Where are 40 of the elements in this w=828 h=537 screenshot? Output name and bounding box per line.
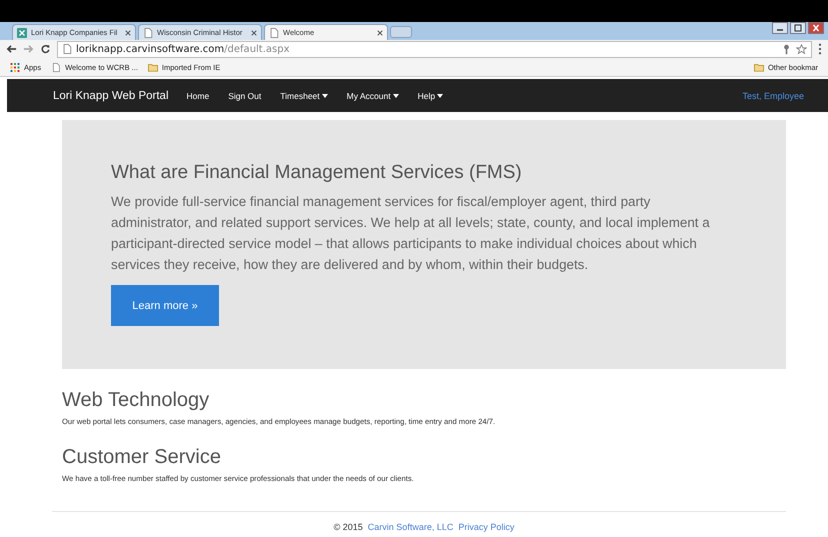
page-icon bbox=[269, 28, 279, 38]
page-icon bbox=[51, 62, 62, 72]
nav-link[interactable]: Help bbox=[418, 90, 444, 100]
close-icon[interactable] bbox=[251, 30, 257, 36]
menu-icon[interactable] bbox=[818, 43, 822, 55]
caret-icon bbox=[437, 94, 444, 98]
company-link[interactable]: Carvin Software, LLC bbox=[368, 522, 454, 532]
close-icon[interactable] bbox=[377, 30, 383, 36]
page-icon bbox=[143, 28, 153, 38]
nav-link[interactable]: Timesheet bbox=[280, 90, 328, 100]
hero-text: We provide full-service financial management services for fiscal/employer agent, third party administrator, and related support services. We help at all levels; state, county, and local implement a participant-directed service model – that allows participants to make individual choices about which services they receive, how they are delivered and by whom, within their budgets. bbox=[111, 193, 711, 274]
privacy-link[interactable]: Privacy Policy bbox=[458, 522, 514, 532]
folder-icon bbox=[148, 62, 158, 72]
learn-more-button[interactable]: Learn more » bbox=[111, 285, 219, 326]
folder-icon bbox=[754, 62, 764, 72]
site-icon bbox=[17, 28, 27, 38]
back-icon[interactable] bbox=[6, 44, 17, 54]
close-icon[interactable] bbox=[808, 22, 824, 34]
url-text: loriknapp.carvinsoftware.com/default.aspx bbox=[76, 44, 290, 54]
caret-icon bbox=[322, 94, 328, 98]
nav-link[interactable]: My Account bbox=[346, 90, 399, 100]
copyright-text: © 2015 bbox=[334, 522, 363, 532]
key-icon[interactable] bbox=[781, 44, 792, 54]
caret-icon bbox=[392, 94, 399, 98]
section-heading: Web Technology bbox=[62, 389, 210, 412]
section-heading: Customer Service bbox=[62, 446, 222, 469]
address-bar[interactable]: loriknapp.carvinsoftware.com/default.aspx bbox=[57, 40, 812, 58]
brand-link[interactable]: Lori Knapp Web Portal bbox=[53, 90, 168, 102]
nav-link[interactable]: Sign Out bbox=[228, 90, 262, 100]
star-icon[interactable] bbox=[796, 44, 807, 54]
hero-title: What are Financial Management Services (FMS) bbox=[111, 162, 523, 184]
reload-icon[interactable] bbox=[40, 44, 51, 54]
nav-link[interactable]: Home bbox=[186, 90, 210, 100]
apps-grid-icon bbox=[10, 62, 20, 72]
window-controls[interactable] bbox=[772, 22, 824, 34]
page-icon bbox=[62, 44, 72, 54]
restore-icon[interactable] bbox=[790, 22, 806, 34]
user-link[interactable]: Test, Employee bbox=[742, 90, 804, 100]
close-icon[interactable] bbox=[125, 30, 131, 36]
minimize-icon[interactable] bbox=[772, 22, 788, 34]
